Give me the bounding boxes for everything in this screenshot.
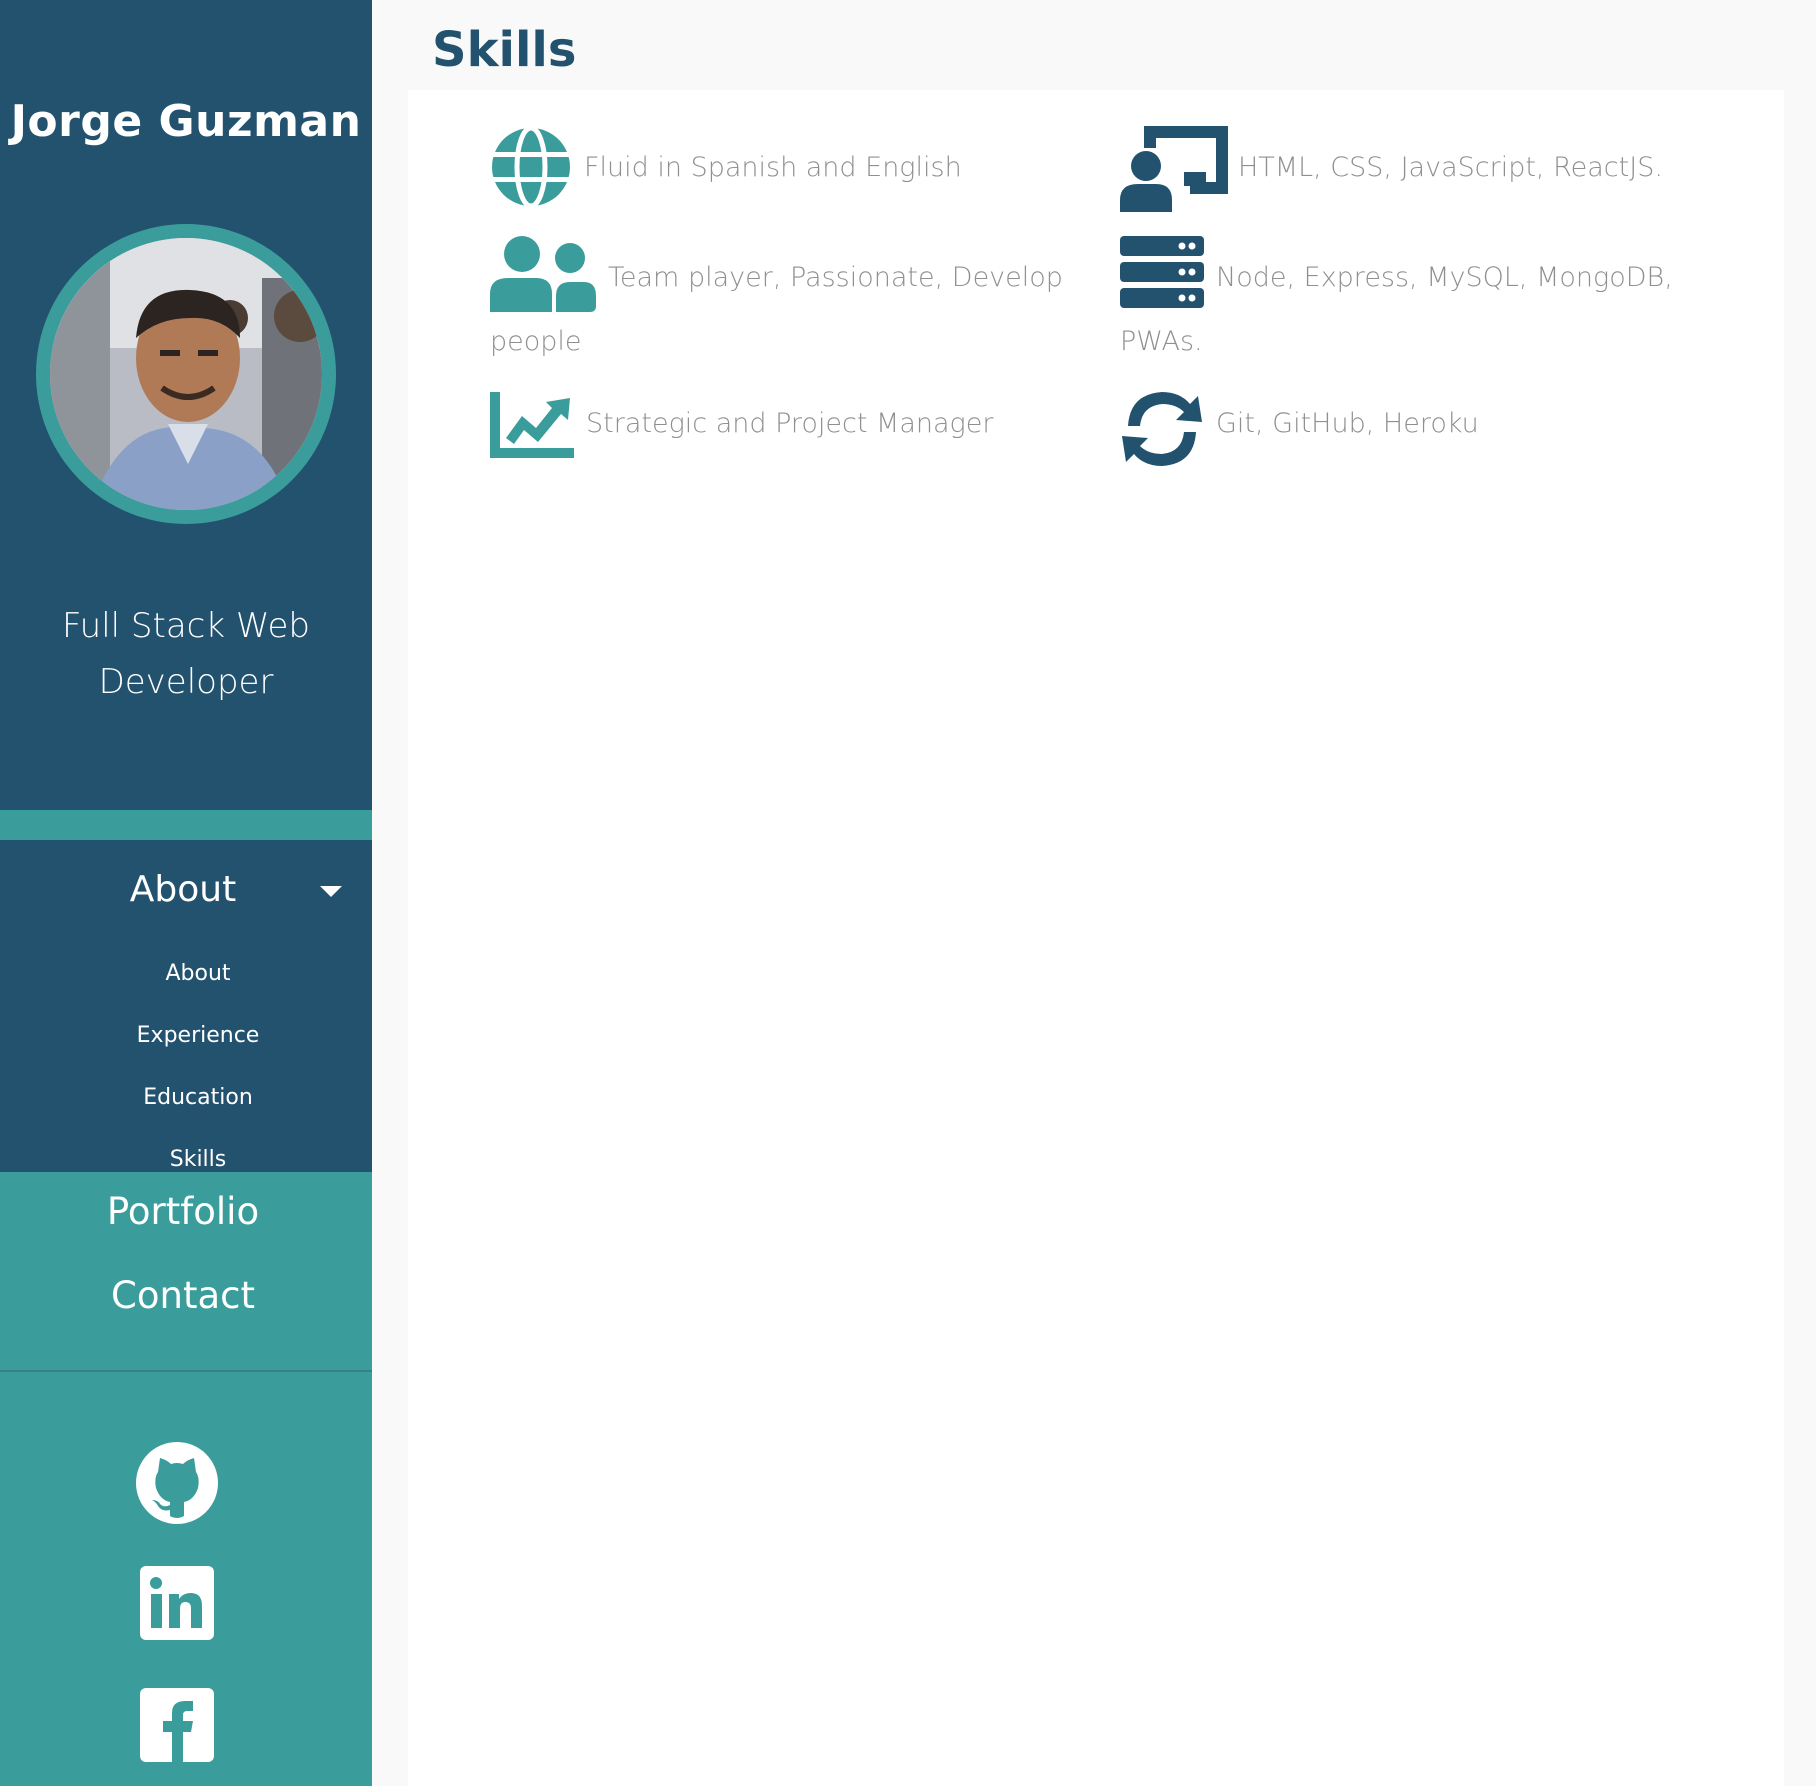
github-icon bbox=[136, 1442, 218, 1524]
facebook-icon bbox=[140, 1688, 214, 1762]
skill-item: Git, GitHub, Heroku bbox=[1120, 388, 1680, 472]
avatar-photo bbox=[50, 238, 322, 510]
skill-item: Fluid in Spanish and English bbox=[490, 126, 1050, 210]
skill-text-continued: people bbox=[490, 326, 582, 357]
skill-text: HTML, CSS, JavaScript, ReactJS. bbox=[1238, 152, 1663, 183]
job-title: Full Stack Web Developer bbox=[0, 598, 372, 710]
submenu-item-about[interactable]: About bbox=[0, 954, 396, 994]
skill-item: Team player, Passionate, Develop people bbox=[490, 236, 1070, 366]
divider-strip bbox=[0, 810, 372, 840]
skill-text: Git, GitHub, Heroku bbox=[1216, 408, 1479, 439]
sidebar: Jorge Guzman Full Stack Web Developer Ab… bbox=[0, 0, 372, 1786]
about-dropdown-label: About bbox=[129, 869, 237, 910]
skill-text: Node, Express, MySQL, MongoDB, bbox=[1216, 262, 1673, 293]
users-icon bbox=[490, 236, 596, 312]
server-icon bbox=[1120, 236, 1204, 308]
job-title-line-2: Developer bbox=[98, 662, 274, 702]
avatar bbox=[50, 238, 322, 510]
skill-text: Team player, Passionate, Develop bbox=[608, 262, 1063, 293]
skill-item: Node, Express, MySQL, MongoDB, PWAs. bbox=[1120, 236, 1740, 366]
about-dropdown-toggle[interactable]: About bbox=[0, 862, 372, 918]
about-submenu: About About Experience Education Skills bbox=[0, 840, 372, 1172]
skill-item: HTML, CSS, JavaScript, ReactJS. bbox=[1120, 126, 1740, 216]
skill-item: Strategic and Project Manager bbox=[490, 392, 1050, 472]
caret-down-icon bbox=[320, 886, 342, 897]
avatar-ring bbox=[36, 224, 336, 524]
teacher-board-icon bbox=[1120, 126, 1228, 212]
sync-icon bbox=[1122, 392, 1202, 466]
facebook-link[interactable] bbox=[136, 1684, 218, 1766]
linkedin-link[interactable] bbox=[136, 1562, 218, 1644]
brand-name: Jorge Guzman bbox=[10, 96, 362, 147]
nav-portfolio[interactable]: Portfolio bbox=[0, 1184, 366, 1240]
submenu-item-education[interactable]: Education bbox=[0, 1078, 396, 1118]
linkedin-icon bbox=[140, 1566, 214, 1640]
chart-line-icon bbox=[490, 392, 574, 458]
submenu-item-skills[interactable]: Skills bbox=[0, 1140, 396, 1180]
nav-contact[interactable]: Contact bbox=[0, 1268, 366, 1324]
sidebar-divider bbox=[0, 1370, 372, 1372]
skill-text: Strategic and Project Manager bbox=[586, 408, 994, 439]
submenu-item-experience[interactable]: Experience bbox=[0, 1016, 396, 1056]
github-link[interactable] bbox=[136, 1442, 218, 1524]
skill-text: Fluid in Spanish and English bbox=[584, 152, 962, 183]
job-title-line-1: Full Stack Web bbox=[61, 606, 310, 646]
page-title: Skills bbox=[432, 22, 577, 78]
skills-card: Fluid in Spanish and English HTML, CSS, … bbox=[408, 90, 1784, 1786]
skill-text-continued: PWAs. bbox=[1120, 326, 1203, 357]
globe-icon bbox=[491, 126, 571, 208]
profile-panel: Jorge Guzman Full Stack Web Developer bbox=[0, 0, 372, 810]
